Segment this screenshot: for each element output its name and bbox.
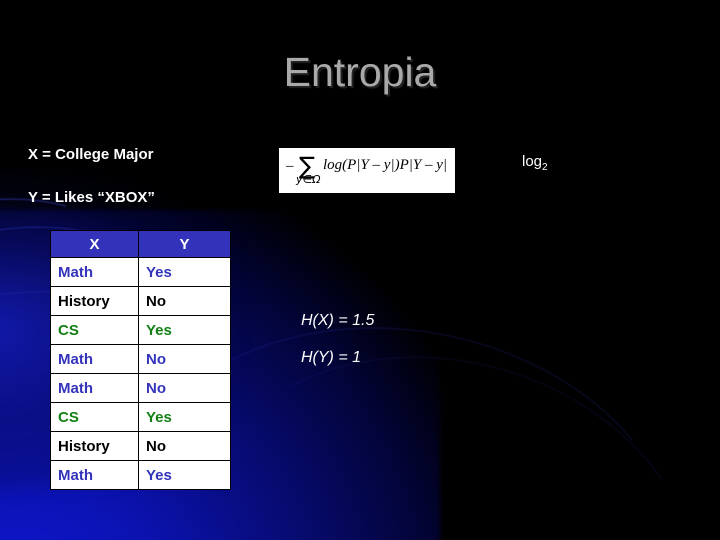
table-cell-x: CS <box>50 402 139 432</box>
table-body: Math Yes History No CS Yes Math No Math No CS Yes Hi… <box>50 257 231 490</box>
table-cell-x: History <box>50 431 139 461</box>
column-header-y: Y <box>138 230 231 258</box>
data-table: X Y Math Yes History No CS Yes Math No Math No CS Y… <box>50 230 231 490</box>
entropy-value-hy: H(Y) = 1 <box>301 349 362 366</box>
variable-definition-x: X = College Major <box>28 146 154 163</box>
log-base-label: log2 <box>522 153 548 173</box>
table-row: CS Yes <box>50 315 231 345</box>
table-header-row: X Y <box>50 230 231 258</box>
table-cell-y: Yes <box>138 257 231 287</box>
formula-expression: log(P|Y – y|)P|Y – y| <box>323 157 447 173</box>
table-row: History No <box>50 431 231 461</box>
variable-definition-y: Y = Likes “XBOX” <box>28 189 155 206</box>
log-base-text: log <box>522 153 543 170</box>
entropy-formula-content: – ∑ y∈Ω log(P|Y – y|)P|Y – y| <box>279 148 455 193</box>
table-row: Math Yes <box>50 460 231 490</box>
table-cell-y: No <box>138 431 231 461</box>
log-base-subscript: 2 <box>542 162 548 173</box>
entropy-values: H(X) = 1.5 H(Y) = 1 <box>301 311 374 385</box>
table-cell-y: Yes <box>138 402 231 432</box>
slide-canvas: Entropia X = College Major Y = Likes “XB… <box>0 0 720 540</box>
variable-definitions: X = College Major Y = Likes “XBOX” <box>28 145 268 231</box>
table-cell-y: Yes <box>138 460 231 490</box>
table-row: CS Yes <box>50 402 231 432</box>
table-cell-x: Math <box>50 344 139 374</box>
formula-subscript: y∈Ω <box>296 173 321 186</box>
table-cell-y: No <box>138 344 231 374</box>
table-cell-y: No <box>138 373 231 403</box>
table-row: Math Yes <box>50 257 231 287</box>
table-cell-x: Math <box>50 373 139 403</box>
slide-title: Entropia <box>283 49 437 95</box>
table-cell-x: CS <box>50 315 139 345</box>
entropy-value-hx: H(X) = 1.5 <box>301 312 375 329</box>
table-row: Math No <box>50 344 231 374</box>
table-row: History No <box>50 286 231 316</box>
table-row: Math No <box>50 373 231 403</box>
table-cell-x: History <box>50 286 139 316</box>
entropy-formula-image: – ∑ y∈Ω log(P|Y – y|)P|Y – y| <box>279 148 455 193</box>
table-cell-x: Math <box>50 257 139 287</box>
table-cell-y: Yes <box>138 315 231 345</box>
formula-minus-sign: – <box>286 158 294 174</box>
table-header: X Y <box>50 230 231 258</box>
table-cell-x: Math <box>50 460 139 490</box>
column-header-x: X <box>50 230 139 258</box>
table-cell-y: No <box>138 286 231 316</box>
